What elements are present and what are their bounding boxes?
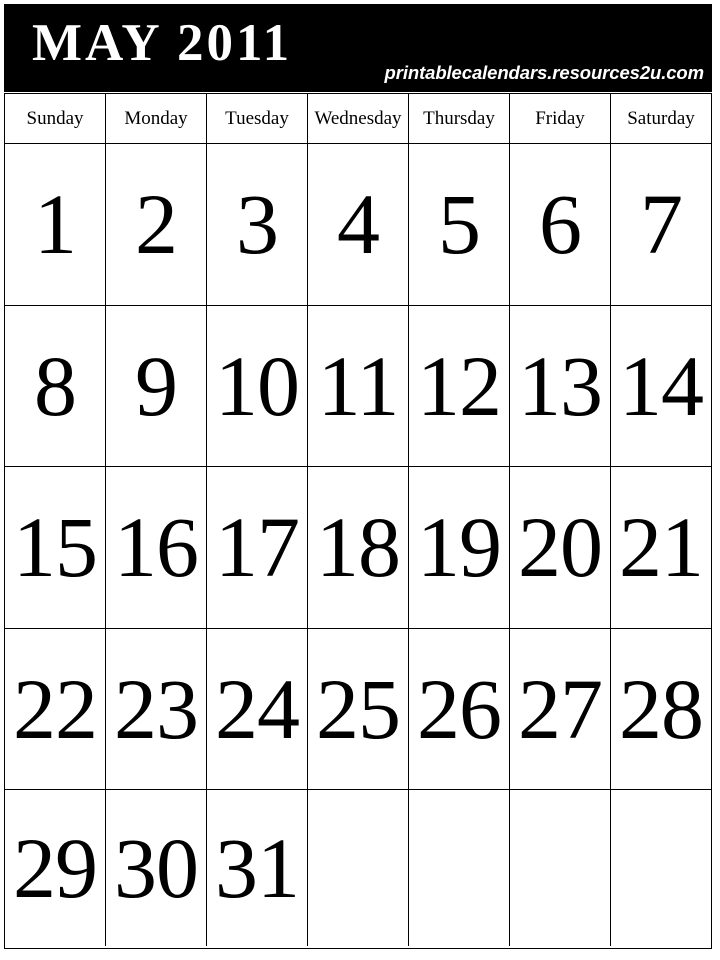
day-number: 25 (316, 660, 401, 757)
day-number: 7 (640, 176, 683, 273)
day-cell[interactable]: 11 (308, 305, 409, 466)
day-cell[interactable]: 5 (409, 144, 510, 305)
day-number: 30 (114, 820, 199, 916)
day-number: 26 (417, 660, 502, 757)
weekday-header-saturday: Saturday (611, 94, 711, 143)
day-number: 4 (337, 176, 380, 273)
day-cell[interactable]: 6 (510, 144, 611, 305)
day-number: 24 (215, 660, 300, 757)
weekday-label: Sunday (26, 108, 84, 129)
day-cell[interactable]: 23 (106, 628, 207, 789)
day-cell[interactable]: 20 (510, 467, 611, 628)
week-row: 15 16 17 18 19 20 21 (5, 467, 711, 629)
day-cell[interactable]: 15 (5, 467, 106, 628)
day-number: 20 (518, 499, 603, 596)
day-cell[interactable]: 13 (510, 305, 611, 466)
day-cell[interactable]: 25 (308, 628, 409, 789)
day-cell[interactable]: 3 (207, 144, 308, 305)
day-cell[interactable]: 10 (207, 305, 308, 466)
week-row: 8 9 10 11 12 13 14 (5, 305, 711, 467)
weekday-label: Thursday (423, 108, 495, 129)
day-cell[interactable]: 22 (5, 628, 106, 789)
day-cell[interactable]: 12 (409, 305, 510, 466)
day-cell[interactable]: 19 (409, 467, 510, 628)
day-number: 27 (518, 660, 603, 757)
day-number: 10 (215, 337, 300, 434)
day-cell[interactable]: 28 (611, 629, 711, 790)
weekday-header-row: Sunday Monday Tuesday Wednesday Thursday… (5, 94, 711, 144)
weekday-header-monday: Monday (106, 94, 207, 143)
day-number: 6 (539, 176, 582, 273)
weekday-header-tuesday: Tuesday (207, 94, 308, 143)
day-cell[interactable]: 4 (308, 144, 409, 305)
day-number: 13 (518, 337, 603, 434)
website-credit: printablecalendars.resources2u.com (384, 62, 705, 83)
day-number: 9 (135, 337, 178, 434)
day-number: 15 (13, 499, 98, 596)
day-cell[interactable]: 9 (106, 305, 207, 466)
page-title: MAY 2011 (32, 14, 293, 72)
day-number: 3 (236, 176, 279, 273)
day-cell[interactable]: 17 (207, 467, 308, 628)
day-cell-empty[interactable] (611, 790, 711, 946)
day-cell[interactable]: 16 (106, 467, 207, 628)
day-number: 1 (34, 176, 77, 273)
weekday-label: Tuesday (225, 108, 289, 129)
day-number: 14 (619, 337, 704, 434)
day-cell[interactable]: 1 (5, 144, 106, 305)
day-number: 23 (114, 660, 199, 757)
day-cell[interactable]: 2 (106, 144, 207, 305)
day-cell[interactable]: 7 (611, 144, 711, 305)
day-cell[interactable]: 18 (308, 467, 409, 628)
day-cell[interactable]: 26 (409, 628, 510, 789)
calendar-grid: Sunday Monday Tuesday Wednesday Thursday… (4, 93, 712, 949)
day-cell-empty[interactable] (409, 790, 510, 946)
day-number: 12 (417, 337, 502, 434)
calendar-page: MAY 2011 printablecalendars.resources2u.… (0, 0, 720, 960)
weekday-label: Friday (535, 108, 585, 129)
day-number: 8 (34, 337, 77, 434)
day-cell[interactable]: 29 (5, 790, 106, 946)
weekday-label: Monday (124, 108, 188, 129)
week-row: 22 23 24 25 26 27 28 (5, 628, 711, 790)
day-cell[interactable]: 8 (5, 305, 106, 466)
weekday-header-friday: Friday (510, 94, 611, 143)
day-number: 28 (619, 660, 704, 757)
day-cell[interactable]: 24 (207, 628, 308, 789)
day-cell-empty[interactable] (510, 790, 611, 946)
day-number: 16 (114, 499, 199, 596)
day-number: 22 (13, 660, 98, 757)
weekday-header-thursday: Thursday (409, 94, 510, 143)
day-cell[interactable]: 14 (611, 306, 711, 467)
day-number: 21 (619, 499, 704, 596)
masthead-banner: MAY 2011 printablecalendars.resources2u.… (4, 4, 712, 92)
day-number: 19 (417, 499, 502, 596)
day-cell[interactable]: 27 (510, 628, 611, 789)
day-number: 17 (215, 499, 300, 596)
day-cell-empty[interactable] (308, 790, 409, 946)
day-number: 2 (135, 176, 178, 273)
week-row: 29 30 31 (5, 790, 711, 946)
day-number: 18 (316, 499, 401, 596)
day-number: 29 (13, 820, 98, 916)
weekday-header-wednesday: Wednesday (308, 94, 409, 143)
day-cell[interactable]: 21 (611, 467, 711, 628)
weekday-label: Saturday (627, 108, 695, 129)
day-number: 5 (438, 176, 481, 273)
week-row: 1 2 3 4 5 6 7 (5, 144, 711, 306)
weekday-label: Wednesday (314, 108, 402, 129)
weekday-header-sunday: Sunday (5, 94, 106, 143)
day-cell[interactable]: 30 (106, 790, 207, 946)
day-number: 11 (317, 337, 400, 434)
day-number: 31 (215, 820, 300, 916)
day-cell[interactable]: 31 (207, 790, 308, 946)
